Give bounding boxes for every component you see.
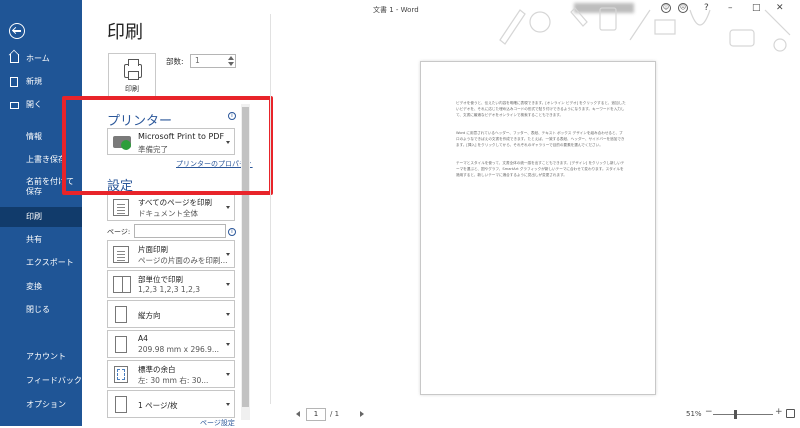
nav-item-print[interactable]: 印刷 xyxy=(0,207,82,227)
chevron-down-icon xyxy=(226,206,230,209)
highlight-box xyxy=(62,96,273,195)
nav-item-export[interactable]: エクスポート xyxy=(0,254,82,272)
backstage-nav: ホーム 新規 開く 情報 上書き保存 名前を付けて保存 印刷 共有 エクスポート… xyxy=(0,0,82,426)
setting-line2: ページの片面のみを印刷... xyxy=(138,256,228,265)
next-page-icon[interactable] xyxy=(360,411,364,417)
zoom-slider[interactable] xyxy=(713,414,773,415)
nav-item-label: 閉じる xyxy=(26,305,50,314)
nav-item-close[interactable]: 閉じる xyxy=(0,301,82,319)
chevron-down-icon xyxy=(226,283,230,286)
zoom-slider-thumb[interactable] xyxy=(734,410,737,419)
setting-line2: 209.98 mm x 296.9... xyxy=(138,345,220,354)
print-preview-page: ビデオを使うと、伝えたい内容を明確に表現できます。[オンライン ビデオ] をクリ… xyxy=(420,61,656,395)
pages-input[interactable] xyxy=(134,224,226,238)
back-arrow-icon[interactable] xyxy=(9,23,25,39)
nav-item-feedback[interactable]: フィードバック xyxy=(0,372,82,390)
spin-up-icon[interactable] xyxy=(228,56,234,60)
decorative-background xyxy=(499,7,791,52)
info-icon[interactable]: i xyxy=(228,228,236,236)
zoom-to-page-icon[interactable] xyxy=(786,409,795,418)
spin-down-icon[interactable] xyxy=(228,62,234,66)
nav-item-label: 開く xyxy=(26,100,42,109)
setting-line2: ドキュメント全体 xyxy=(138,209,198,218)
setting-line1: 1 ページ/枚 xyxy=(138,401,178,410)
copies-value: 1 xyxy=(195,56,200,65)
new-document-icon xyxy=(10,77,18,87)
pages-per-sheet-dropdown[interactable]: 1 ページ/枚 xyxy=(107,390,235,418)
window-title: 文書 1 - Word xyxy=(373,6,419,14)
margins-dropdown[interactable]: 標準の余白 左: 30 mm 右: 30... xyxy=(107,360,235,388)
setting-line1: 縦方向 xyxy=(138,311,161,320)
portrait-icon xyxy=(115,306,127,323)
orientation-dropdown[interactable]: 縦方向 xyxy=(107,300,235,328)
document-icon xyxy=(113,199,129,216)
printer-icon xyxy=(124,59,142,80)
nav-item-label: 情報 xyxy=(26,132,42,141)
copies-input[interactable]: 1 xyxy=(190,54,236,68)
print-button[interactable]: 印刷 xyxy=(108,53,156,100)
setting-line1: A4 xyxy=(138,334,148,343)
collated-icon xyxy=(113,276,131,293)
chevron-down-icon xyxy=(226,343,230,346)
pages-label: ページ: xyxy=(107,228,131,236)
nav-item-label: 共有 xyxy=(26,235,42,244)
nav-item-label: アカウント xyxy=(26,352,66,361)
collate-dropdown[interactable]: 部単位で印刷 1,2,3 1,2,3 1,2,3 xyxy=(107,270,235,298)
previous-page-icon[interactable] xyxy=(296,411,300,417)
setting-line1: 標準の余白 xyxy=(138,365,176,374)
page-title: 印刷 xyxy=(107,22,143,43)
preview-paragraph: ビデオを使うと、伝えたい内容を明確に表現できます。[オンライン ビデオ] をクリ… xyxy=(456,101,626,118)
home-icon xyxy=(10,54,19,63)
nav-item-label: 上書き保存 xyxy=(26,155,66,164)
nav-item-label: 印刷 xyxy=(26,212,42,221)
page-setup-link[interactable]: ページ設定 xyxy=(200,418,235,428)
nav-item-label: 新規 xyxy=(26,77,42,86)
current-page-input[interactable]: 1 xyxy=(306,408,326,421)
zoom-in-icon[interactable]: + xyxy=(775,407,783,417)
paper-size-icon xyxy=(115,336,127,353)
preview-paragraph: テーマとスタイルを使って、文書全体の統一感を出すこともできます。[デザイン] を… xyxy=(456,161,625,178)
panel-divider xyxy=(270,14,271,404)
print-range-dropdown[interactable]: すべてのページを印刷 ドキュメント全体 xyxy=(107,193,235,221)
nav-item-account[interactable]: アカウント xyxy=(0,348,82,366)
nav-item-label: ホーム xyxy=(26,54,50,63)
nav-item-label: オプション xyxy=(26,400,66,409)
chevron-down-icon xyxy=(226,313,230,316)
setting-line1: 部単位で印刷 xyxy=(138,275,183,284)
chevron-down-icon xyxy=(226,373,230,376)
setting-line2: 左: 30 mm 右: 30... xyxy=(138,376,209,385)
nav-item-transform[interactable]: 変換 xyxy=(0,278,82,296)
duplex-dropdown[interactable]: 片面印刷 ページの片面のみを印刷... xyxy=(107,240,235,268)
chevron-down-icon xyxy=(226,403,230,406)
preview-paragraph: Word に用意されているヘッダー、フッター、表紙、テキスト ボックス デザイン… xyxy=(456,131,625,148)
nav-item-label: エクスポート xyxy=(26,258,74,267)
zoom-out-icon[interactable]: − xyxy=(705,407,713,417)
chevron-down-icon xyxy=(226,253,230,256)
print-button-label: 印刷 xyxy=(125,85,139,93)
nav-item-share[interactable]: 共有 xyxy=(0,231,82,249)
nav-item-label: 変換 xyxy=(26,282,42,291)
setting-line1: すべてのページを印刷 xyxy=(138,198,213,207)
paper-size-dropdown[interactable]: A4 209.98 mm x 296.9... xyxy=(107,330,235,358)
nav-item-label: フィードバック xyxy=(26,376,82,385)
setting-line2: 1,2,3 1,2,3 1,2,3 xyxy=(138,285,201,294)
margins-icon xyxy=(114,366,128,383)
page-total: / 1 xyxy=(330,410,340,418)
nav-item-options[interactable]: オプション xyxy=(0,396,82,414)
zoom-level: 51% xyxy=(686,410,702,418)
setting-line1: 片面印刷 xyxy=(138,245,168,254)
open-folder-icon xyxy=(10,102,19,109)
one-sided-icon xyxy=(113,246,129,263)
copies-label: 部数: xyxy=(166,57,184,66)
nav-item-new[interactable]: 新規 xyxy=(0,73,82,91)
nav-item-home[interactable]: ホーム xyxy=(0,50,82,68)
pages-per-sheet-icon xyxy=(115,396,127,413)
